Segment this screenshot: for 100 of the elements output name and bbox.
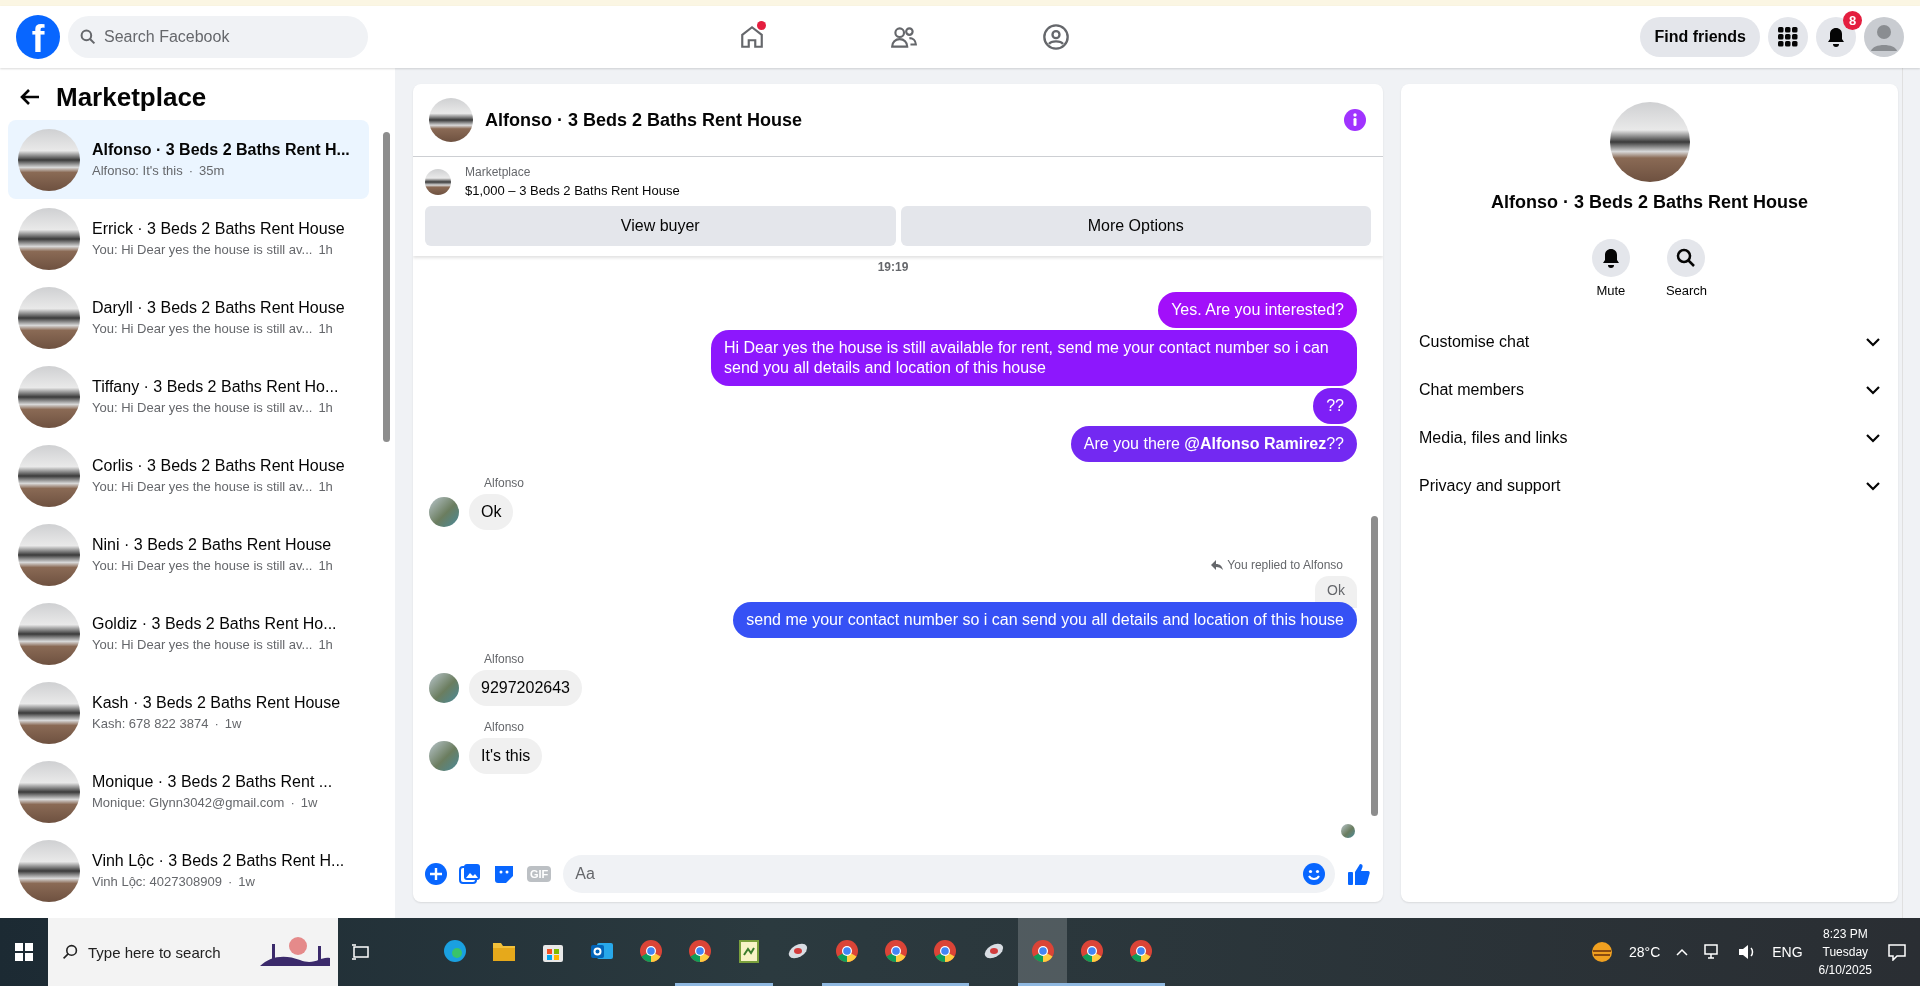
- separator: ·: [227, 874, 233, 889]
- message-bubble: Are you there @Alfonso Ramirez??: [1070, 426, 1357, 462]
- notification-dot: [757, 21, 767, 30]
- conversation-title: Errick · 3 Beds 2 Baths Rent House: [92, 220, 345, 238]
- chat-name: Alfonso · 3 Beds 2 Baths Rent House: [1490, 192, 1809, 213]
- windows-start-icon[interactable]: [15, 943, 33, 961]
- message-preview: You: Hi Dear yes the house is still av...: [92, 558, 313, 573]
- separator: ·: [188, 163, 193, 178]
- listing-label: Marketplace: [465, 165, 532, 179]
- taskbar-search-field[interactable]: Type here to search: [48, 918, 338, 986]
- photo-placeholder: [429, 98, 473, 142]
- message-bubble: Ok: [469, 494, 514, 530]
- conversation-item[interactable]: Vinh Lộc · 3 Beds 2 Baths Rent H... Vinh Lộc: 4027308909 · 1w: [8, 831, 369, 910]
- chevron-icon: [1866, 481, 1880, 491]
- message-preview: You: Hi Dear yes the house is still av...: [92, 479, 313, 494]
- apps-menu-button[interactable]: [1768, 17, 1808, 57]
- message-preview: Kash: 678 822 3874: [92, 716, 209, 731]
- weather-temperature: 28°C: [1629, 944, 1661, 960]
- conversation-item[interactable]: Monique · 3 Beds 2 Baths Rent ... Monique: Glynn3042@gmail.com · 1w: [8, 752, 369, 831]
- chat-title: Alfonso · 3 Beds 2 Baths Rent House: [485, 109, 804, 131]
- message-time: 1h: [318, 637, 333, 652]
- message-time: 1w: [300, 795, 318, 810]
- reply-arrow-icon: [1211, 560, 1224, 570]
- listing-button[interactable]: View buyer: [425, 206, 896, 246]
- back-arrow-icon[interactable]: [20, 88, 40, 106]
- browser-icon[interactable]: [932, 938, 957, 963]
- conversation-item[interactable]: Kash · 3 Beds 2 Baths Rent House Kash: 678 822 3874 · 1w: [8, 673, 369, 752]
- message-bubble: 9297202643: [469, 670, 582, 706]
- photo-placeholder: [429, 497, 459, 527]
- browser-icon[interactable]: [1030, 938, 1055, 963]
- conversation-title: Vinh Lộc · 3 Beds 2 Baths Rent H...: [92, 852, 345, 870]
- message-bubble: ??: [1313, 388, 1357, 424]
- chevron-icon: [1866, 385, 1880, 395]
- notifications-button[interactable]: [1816, 17, 1856, 57]
- browser-icon[interactable]: [687, 938, 712, 963]
- section-toggle[interactable]: Customise chat: [1415, 318, 1884, 366]
- conversation-title: Goldiz · 3 Beds 2 Baths Rent Ho...: [92, 615, 337, 633]
- search-icon: [1676, 248, 1697, 268]
- browser-icon[interactable]: [834, 938, 859, 963]
- conversation-item[interactable]: Tiffany · 3 Beds 2 Baths Rent Ho... You: Hi Dear yes the house is still av... 1h: [8, 357, 369, 436]
- message-time: 1h: [318, 242, 333, 257]
- logo[interactable]: f: [16, 15, 60, 59]
- avatar-silhouette[interactable]: [1864, 17, 1904, 57]
- conversation-item[interactable]: Goldiz · 3 Beds 2 Baths Rent Ho... You: Hi Dear yes the house is still av... 1h: [8, 594, 369, 673]
- message-time: 1h: [318, 479, 333, 494]
- info-icon[interactable]: [1343, 108, 1367, 132]
- message-input[interactable]: Aa: [563, 855, 1335, 893]
- browser-icon[interactable]: [883, 938, 908, 963]
- section-toggle[interactable]: Media, files and links: [1415, 414, 1884, 462]
- conversation-item[interactable]: Alfonso · 3 Beds 2 Baths Rent H... Alfonso: It's this · 35m: [8, 120, 369, 199]
- conversation-item[interactable]: Nini · 3 Beds 2 Baths Rent House You: Hi Dear yes the house is still av... 1h: [8, 515, 369, 594]
- clock[interactable]: 8:23 PM Tuesday 6/10/2025: [1818, 925, 1872, 979]
- thumbs-up-icon[interactable]: [1347, 862, 1371, 886]
- timestamp: 19:19: [877, 260, 909, 274]
- language-indicator[interactable]: ENG: [1772, 944, 1803, 960]
- message-preview: Vinh Lộc: 4027308909: [92, 874, 222, 889]
- section-toggle[interactable]: Privacy and support: [1415, 462, 1884, 510]
- conversation-item[interactable]: Errick · 3 Beds 2 Baths Rent House You: Hi Dear yes the house is still av... 1h: [8, 199, 369, 278]
- bell-icon: [1601, 248, 1620, 268]
- separator: ·: [214, 716, 219, 731]
- separator: ·: [290, 795, 295, 810]
- task-view-icon[interactable]: [352, 943, 370, 961]
- browser-icon[interactable]: [1128, 938, 1153, 963]
- browser-icon[interactable]: [442, 938, 467, 963]
- grid-icon: [1778, 27, 1798, 47]
- conversation-title: Tiffany · 3 Beds 2 Baths Rent Ho...: [92, 378, 339, 396]
- sender-name: Alfonso: [484, 476, 526, 490]
- home-icon[interactable]: [739, 24, 766, 50]
- message-time: 1h: [318, 558, 333, 573]
- notepad-icon[interactable]: [737, 938, 760, 963]
- desert-night-drawing: [260, 936, 330, 966]
- message-bubble: Hi Dear yes the house is still available for rent, send me your contact number so i can send you all details and location of this house: [711, 330, 1357, 386]
- plus-icon[interactable]: [425, 863, 447, 885]
- listing-button[interactable]: More Options: [900, 206, 1371, 246]
- search-field[interactable]: Search Facebook: [68, 16, 368, 58]
- chevron-icon: [1866, 433, 1880, 443]
- conversation-item[interactable]: Corlis · 3 Beds 2 Baths Rent House You: Hi Dear yes the house is still av... 1h: [8, 436, 369, 515]
- image-icon[interactable]: [459, 863, 481, 885]
- section-toggle[interactable]: Chat members: [1415, 366, 1884, 414]
- photo-placeholder: [429, 673, 459, 703]
- browser-icon[interactable]: [1079, 938, 1104, 963]
- find-friends-button[interactable]: Find friends: [1640, 17, 1760, 57]
- weather-icon: [1591, 941, 1613, 963]
- notification-badge: 8: [1843, 11, 1862, 30]
- smiley-icon[interactable]: [1303, 863, 1325, 885]
- sticker-icon[interactable]: [493, 863, 515, 885]
- people-icon[interactable]: [890, 24, 919, 50]
- message-time: 1h: [318, 400, 333, 415]
- people-circle-icon[interactable]: [1042, 23, 1071, 51]
- reply-note: You replied to Alfonso: [1227, 558, 1343, 572]
- notification-icon[interactable]: [1888, 943, 1906, 961]
- chevron-up-icon[interactable]: [1676, 948, 1689, 956]
- conversation-title: Kash · 3 Beds 2 Baths Rent House: [92, 694, 341, 712]
- conversation-item[interactable]: Daryll · 3 Beds 2 Baths Rent House You: Hi Dear yes the house is still av... 1h: [8, 278, 369, 357]
- message-time: 1h: [318, 321, 333, 336]
- browser-icon[interactable]: [638, 938, 663, 963]
- sender-name: Alfonso: [484, 652, 526, 666]
- message-time: 1w: [238, 874, 255, 889]
- message-bubble: Yes. Are you interested?: [1158, 292, 1357, 328]
- message-preview: You: Hi Dear yes the house is still av...: [92, 637, 313, 652]
